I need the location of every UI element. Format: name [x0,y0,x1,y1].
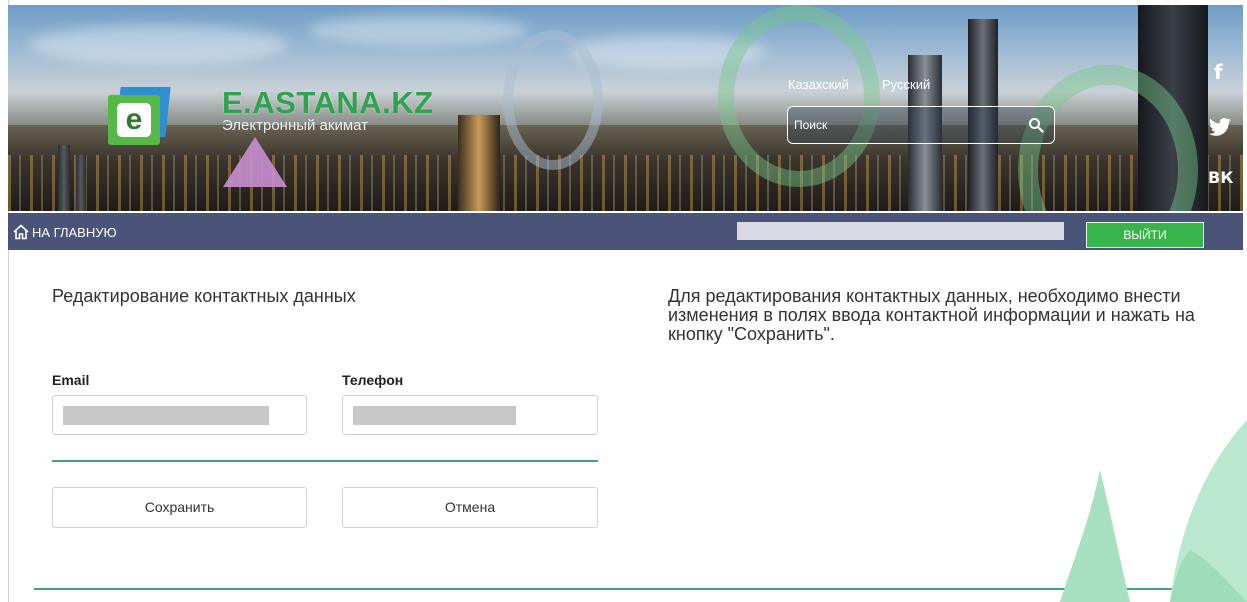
home-icon [13,224,29,240]
header-banner: e E.ASTANA.KZ Электронный акимат Казахск… [8,5,1243,211]
logo-front-square: e [108,95,160,145]
search-box [787,106,1055,144]
page-title: Редактирование контактных данных [52,286,356,306]
lang-russian[interactable]: Русский [882,77,930,92]
vk-icon[interactable]: ВК [1208,168,1233,187]
save-button[interactable]: Сохранить [52,487,307,528]
twitter-icon[interactable] [1208,117,1232,137]
decor-leaves [1060,420,1247,602]
site-logo[interactable]: e [108,87,171,145]
info-text: Для редактирования контактных данных, не… [668,286,1195,344]
email-label: Email [52,372,90,388]
email-value-redacted [63,406,269,425]
logout-button[interactable]: ВЫЙТИ [1086,222,1204,248]
khan-shatyr-building [223,137,287,187]
email-field[interactable] [52,395,307,435]
decor-swoosh [718,5,880,187]
lang-kazakh[interactable]: Казахский [788,77,849,92]
search-input[interactable] [794,116,1024,134]
brand-name[interactable]: E.ASTANA.KZ [222,85,434,121]
bottom-divider [34,588,1236,590]
phone-value-redacted [353,406,516,425]
building [76,155,86,211]
facebook-icon[interactable]: f [1214,60,1223,84]
building [458,115,500,211]
home-link-label: НА ГЛАВНУЮ [32,224,117,240]
home-link[interactable]: НА ГЛАВНУЮ [12,222,117,242]
cloud [308,15,528,45]
user-name-redacted [737,222,1064,240]
form-divider [52,460,598,462]
decor-swoosh [503,30,603,170]
cloud [28,25,288,65]
e-icon: e [117,103,151,137]
phone-field[interactable] [342,395,598,435]
search-icon[interactable] [1028,117,1044,133]
brand-tagline: Электронный акимат [222,117,369,134]
cancel-button[interactable]: Отмена [342,487,598,528]
building [58,145,70,211]
phone-label: Телефон [342,372,404,388]
